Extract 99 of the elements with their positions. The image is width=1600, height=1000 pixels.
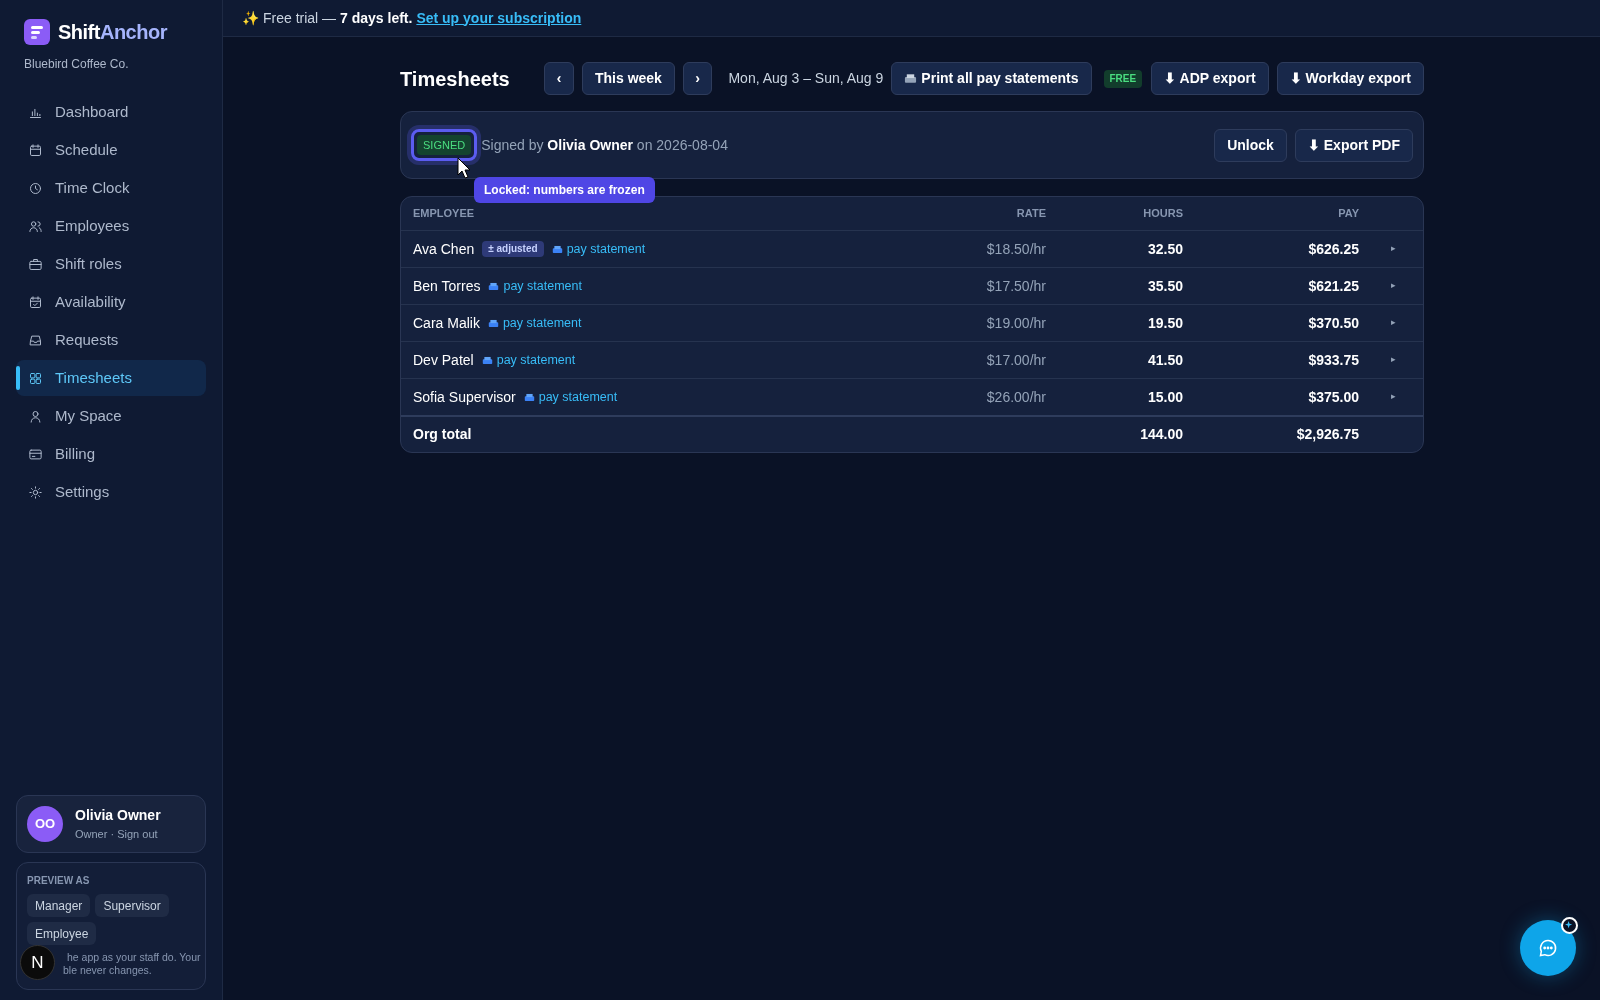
expand-button[interactable]: ▸: [1390, 316, 1396, 330]
role-button[interactable]: Manager: [27, 894, 91, 917]
expand-button[interactable]: ▸: [1390, 242, 1396, 256]
printer-icon: [523, 392, 535, 402]
sign-out-link[interactable]: Sign out: [117, 828, 158, 841]
sparkle-icon: [1565, 921, 1574, 930]
workday-export-button[interactable]: ⬇ Workday export: [1276, 62, 1424, 95]
employee-name: Sofia Supervisor: [413, 387, 516, 407]
brand-name: ShiftAnchor: [58, 20, 167, 45]
employee-name: Cara Malik: [413, 313, 480, 333]
next-week-button[interactable]: ›: [682, 62, 713, 95]
user-icon: [28, 408, 43, 424]
nav-item[interactable]: Requests: [16, 322, 206, 358]
inbox-icon: [28, 332, 43, 348]
nav-item[interactable]: Billing: [16, 436, 206, 472]
calendar-icon: [28, 142, 43, 158]
pay-statement-link[interactable]: pay statement: [488, 276, 582, 296]
pay-statement-link[interactable]: pay statement: [481, 350, 576, 370]
expand-button[interactable]: ▸: [1390, 353, 1396, 367]
nav-item[interactable]: Dashboard: [16, 94, 206, 130]
employee-name: Dev Patel: [413, 350, 474, 370]
pay-statement-link[interactable]: pay statement: [523, 387, 618, 407]
nav-item[interactable]: Settings: [16, 474, 206, 510]
rate-cell-text: $26.00/hr: [985, 387, 1046, 407]
printer-icon: [481, 355, 493, 365]
hint-text: ble never changes.: [63, 964, 152, 977]
rate-cell-text: $17.00/hr: [985, 350, 1046, 370]
calendar-check-icon: [28, 294, 43, 310]
printer-icon: [551, 244, 563, 254]
adp-export-button[interactable]: ⬇ ADP export: [1151, 62, 1269, 95]
export-pdf-button[interactable]: ⬇ Export PDF: [1294, 128, 1413, 162]
pay-statement-link[interactable]: pay statement: [551, 239, 646, 259]
tooltip: Locked: numbers are frozen: [474, 177, 655, 203]
logo-icon: [24, 19, 50, 45]
employee-name: Ben Torres: [413, 276, 481, 296]
user-role: Owner: [75, 828, 108, 841]
nav-item[interactable]: Availability: [16, 284, 206, 320]
users-icon: [28, 218, 43, 234]
hours-cell-text: 15.00: [1146, 387, 1183, 407]
column-header: PAY: [1337, 206, 1359, 222]
role-button[interactable]: Supervisor: [95, 894, 169, 917]
printer-icon: [487, 318, 499, 328]
pay-statement-link[interactable]: pay statement: [487, 313, 582, 333]
chat-icon: [1538, 938, 1558, 958]
panel-title: PREVIEW AS: [27, 874, 91, 888]
avatar: OO: [27, 806, 63, 842]
free-badge: FREE: [1103, 69, 1143, 88]
hours-cell-text: 41.50: [1146, 350, 1183, 370]
printer-icon: [904, 73, 918, 84]
employee-name: Ava Chen: [413, 239, 475, 259]
banner-text: Free trial — 7 days left.: [263, 8, 413, 28]
nav-item[interactable]: Time Clock: [16, 170, 206, 206]
pay-cell-text: $370.50: [1307, 313, 1359, 333]
hint-text: he app as your staff do. Your: [67, 951, 201, 964]
cursor-icon: [457, 157, 471, 179]
user-name: Olivia Owner: [75, 806, 161, 826]
date-range: Mon, Aug 3 – Sun, Aug 9: [728, 69, 884, 88]
column-header: HOURS: [1142, 206, 1183, 222]
separator-dot: ·: [110, 828, 115, 841]
clock-icon: [28, 180, 43, 196]
previous-week-button[interactable]: ‹: [544, 62, 574, 95]
nav-item[interactable]: Shift roles: [16, 246, 206, 282]
printer-icon: [488, 281, 500, 291]
unlock-button[interactable]: Unlock: [1214, 128, 1287, 162]
pay-cell-text: $626.25: [1307, 239, 1359, 259]
pay-cell-text: $375.00: [1307, 387, 1359, 407]
briefcase-icon: [28, 256, 43, 272]
rate-cell-text: $19.00/hr: [985, 313, 1046, 333]
expand-button[interactable]: ▸: [1390, 390, 1396, 404]
pay-cell-text: $933.75: [1307, 350, 1359, 370]
signed-text: Signed by Olivia Owner on 2026-08-04: [481, 135, 728, 155]
chat-button[interactable]: [1520, 920, 1576, 976]
nav-item[interactable]: My Space: [16, 398, 206, 434]
hours-cell-text: 19.50: [1146, 313, 1183, 333]
pay-cell-text: $621.25: [1307, 276, 1359, 296]
print-button[interactable]: Print all pay statements: [891, 62, 1092, 95]
column-header: RATE: [1015, 206, 1046, 222]
column-header: EMPLOYEE: [413, 206, 476, 222]
adjusted-badge: ± adjusted: [482, 241, 544, 257]
role-button[interactable]: Employee: [27, 922, 97, 945]
organization-name: Bluebird Coffee Co.: [23, 56, 130, 73]
nav-item[interactable]: Employees: [16, 208, 206, 244]
nav-item[interactable]: Timesheets: [16, 360, 206, 396]
page-title: Timesheets: [400, 66, 511, 92]
total-pay: $2,926.75: [1295, 425, 1359, 444]
hours-cell-text: 35.50: [1146, 276, 1183, 296]
subscription-link[interactable]: Set up your subscription: [416, 7, 582, 29]
expand-button[interactable]: ▸: [1390, 279, 1396, 293]
rate-cell-text: $17.50/hr: [985, 276, 1046, 296]
grid-icon: [28, 370, 43, 386]
rate-cell-text: $18.50/hr: [985, 239, 1046, 259]
credit-card-icon: [28, 446, 43, 462]
nav-item[interactable]: Schedule: [16, 132, 206, 168]
sparkle-icon: ✨: [242, 7, 259, 29]
settings-icon: [28, 484, 43, 500]
this-week-button[interactable]: This week: [581, 62, 675, 95]
hours-cell-text: 32.50: [1146, 239, 1183, 259]
total-label: Org total: [413, 425, 473, 444]
total-hours: 144.00: [1139, 425, 1183, 444]
